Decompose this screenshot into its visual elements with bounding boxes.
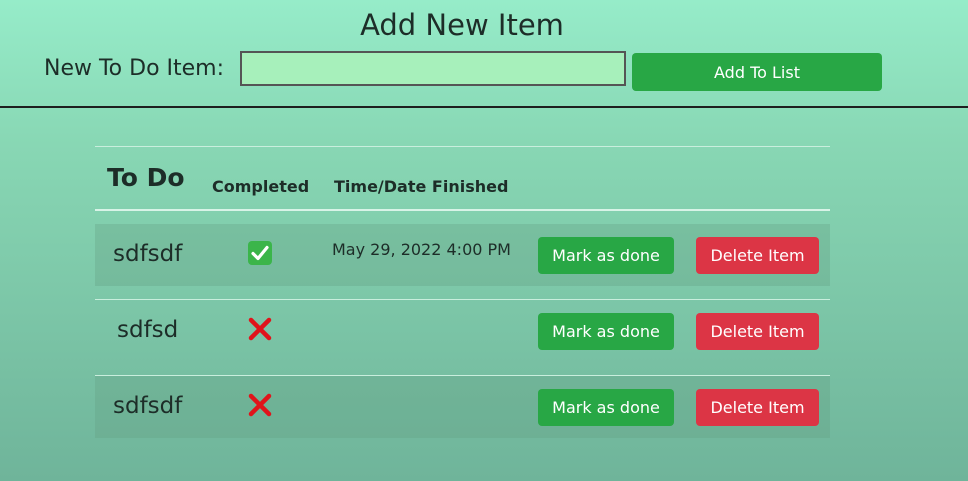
- new-item-label: New To Do Item:: [44, 56, 225, 81]
- column-header-todo: To Do: [107, 163, 185, 192]
- mark-as-done-button[interactable]: Mark as done: [538, 313, 674, 350]
- cross-mark-icon: [247, 316, 273, 342]
- column-header-completed: Completed: [212, 177, 310, 196]
- table-header: To Do Completed Time/Date Finished: [95, 147, 830, 211]
- new-item-input[interactable]: [240, 51, 626, 86]
- mark-as-done-button[interactable]: Mark as done: [538, 237, 674, 274]
- todo-name: sdfsd: [117, 317, 179, 343]
- page-title: Add New Item: [360, 8, 564, 42]
- delete-item-button[interactable]: Delete Item: [696, 389, 819, 426]
- mark-as-done-button[interactable]: Mark as done: [538, 389, 674, 426]
- delete-item-button[interactable]: Delete Item: [696, 313, 819, 350]
- table-row: sdfsd Mark as done Delete Item: [95, 299, 830, 362]
- table-row: sdfsdf Mark as done Delete Item: [95, 375, 830, 438]
- finished-time: May 29, 2022 4:00 PM: [332, 240, 511, 259]
- delete-item-button[interactable]: Delete Item: [696, 237, 819, 274]
- add-to-list-button[interactable]: Add To List: [632, 53, 882, 91]
- add-item-header: Add New Item New To Do Item: Add To List: [0, 0, 968, 108]
- check-mark-icon: [247, 240, 273, 266]
- todo-table: To Do Completed Time/Date Finished sdfsd…: [95, 146, 830, 438]
- cross-mark-icon: [247, 392, 273, 418]
- todo-name: sdfsdf: [113, 241, 183, 267]
- table-row: sdfsdf May 29, 2022 4:00 PM Mark as done…: [95, 224, 830, 286]
- todo-name: sdfsdf: [113, 393, 183, 419]
- column-header-time-finished: Time/Date Finished: [334, 177, 509, 196]
